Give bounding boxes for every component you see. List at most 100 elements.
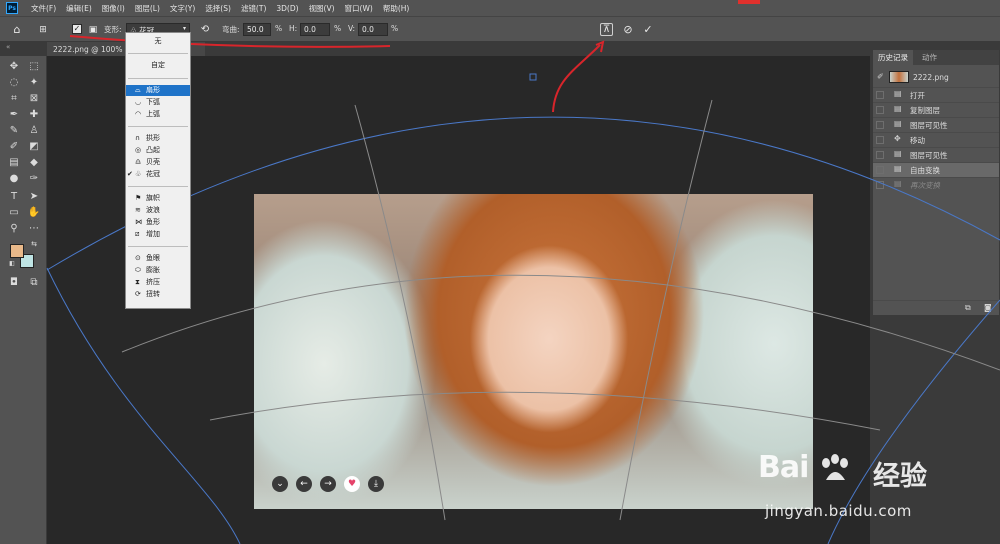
warp-option-shell[interactable]: ♎ 贝壳 xyxy=(126,157,190,168)
history-source-box[interactable] xyxy=(876,181,884,189)
menu-window[interactable]: 窗口(W) xyxy=(340,3,378,14)
commit-transform-icon[interactable]: ✓ xyxy=(641,23,655,37)
screen-mode-icon[interactable]: ⧉ xyxy=(26,276,42,290)
menu-type[interactable]: 文字(Y) xyxy=(165,3,200,14)
menu-layer[interactable]: 图层(L) xyxy=(130,3,165,14)
pen-tool-icon[interactable]: ✑ xyxy=(26,172,42,186)
history-state-active[interactable]: ▤ 自由变换 xyxy=(873,162,999,177)
v-distortion-input[interactable]: 0.0 xyxy=(358,23,388,36)
warp-option-flag[interactable]: ⚑ 旗帜 xyxy=(126,193,190,204)
home-icon[interactable]: ⌂ xyxy=(10,23,24,37)
history-state[interactable]: ▤ 图层可见性 xyxy=(873,117,999,132)
warp-option-arc[interactable]: ⌓ 扇形 xyxy=(126,85,190,96)
history-source-box[interactable] xyxy=(876,166,884,174)
warp-option-fish[interactable]: ⋈ 鱼形 xyxy=(126,217,190,228)
history-state[interactable]: ▤ 复制图层 xyxy=(873,102,999,117)
history-source-box[interactable] xyxy=(876,106,884,114)
warp-option-rise[interactable]: ⧄ 增加 xyxy=(126,229,190,240)
lasso-tool-icon[interactable]: ◌ xyxy=(6,76,22,90)
menu-help[interactable]: 帮助(H) xyxy=(378,3,415,14)
change-orientation-icon[interactable]: ⟲ xyxy=(198,23,212,37)
warp-option-arc-upper[interactable]: ◠ 上弧 xyxy=(126,109,190,120)
menu-select[interactable]: 选择(S) xyxy=(200,3,236,14)
rectangle-tool-icon[interactable]: ▭ xyxy=(6,206,22,220)
blur-tool-icon[interactable]: ◆ xyxy=(26,156,42,170)
menu-filter[interactable]: 滤镜(T) xyxy=(236,3,271,14)
path-selection-tool-icon[interactable]: ➤ xyxy=(26,190,42,204)
tab-history[interactable]: 历史记录 xyxy=(873,50,913,65)
collapse-toolbar-icon[interactable]: « xyxy=(6,43,10,51)
more-tools-icon[interactable]: ⋯ xyxy=(26,222,42,236)
warp-option-custom[interactable]: 自定 xyxy=(126,60,190,71)
h-distortion-input[interactable]: 0.0 xyxy=(300,23,330,36)
history-state[interactable]: ✥ 移动 xyxy=(873,132,999,147)
eraser-tool-icon[interactable]: ◩ xyxy=(26,140,42,154)
warp-option-twist[interactable]: ⟳ 扭转 xyxy=(126,289,190,300)
frame-tool-icon[interactable]: ⊠ xyxy=(26,92,42,106)
arc-upper-icon: ◠ xyxy=(135,110,142,118)
healing-brush-tool-icon[interactable]: ✚ xyxy=(26,108,42,122)
switch-warp-transform-icon[interactable]: ⊼ xyxy=(600,23,613,36)
warp-option-inflate[interactable]: ⬭ 膨胀 xyxy=(126,265,190,276)
history-source-box[interactable] xyxy=(876,121,884,129)
document-icon: ▤ xyxy=(894,164,902,173)
warp-option-label: 挤压 xyxy=(146,278,160,286)
squeeze-icon: ⧗ xyxy=(135,278,140,286)
cancel-transform-icon[interactable]: ⊘ xyxy=(621,23,635,37)
wave-icon: ≋ xyxy=(135,206,141,214)
warp-option-bulge[interactable]: ◎ 凸起 xyxy=(126,145,190,156)
panel-tab-bar: 历史记录 动作 xyxy=(873,50,999,65)
warp-option-squeeze[interactable]: ⧗ 挤压 xyxy=(126,277,190,288)
menu-edit[interactable]: 编辑(E) xyxy=(61,3,97,14)
eyedropper-tool-icon[interactable]: ✒ xyxy=(6,108,22,122)
warp-option-label: 贝壳 xyxy=(146,158,160,166)
new-document-from-state-icon[interactable]: ⧉ xyxy=(965,303,971,313)
dodge-tool-icon[interactable]: ● xyxy=(6,172,22,186)
type-tool-icon[interactable]: T xyxy=(6,190,22,204)
foreground-color-swatch[interactable] xyxy=(10,244,24,258)
reference-point-checkbox[interactable]: ✓ xyxy=(72,24,82,34)
warp-option-flower[interactable]: ✔ ♧ 花冠 xyxy=(126,169,190,180)
hand-tool-icon[interactable]: ✋ xyxy=(26,206,42,220)
brush-tool-icon[interactable]: ✎ xyxy=(6,124,22,138)
move-tool-icon[interactable]: ✥ xyxy=(6,60,22,74)
history-source-box[interactable] xyxy=(876,136,884,144)
magic-wand-tool-icon[interactable]: ✦ xyxy=(26,76,42,90)
reference-point-icon[interactable]: ⊞ xyxy=(36,23,50,37)
v-unit: % xyxy=(391,24,399,33)
quick-mask-icon[interactable]: ◘ xyxy=(6,276,22,290)
menu-image[interactable]: 图像(I) xyxy=(97,3,130,14)
tab-actions[interactable]: 动作 xyxy=(917,50,942,65)
document-icon: ▤ xyxy=(894,119,902,128)
camera-icon[interactable]: ◙ xyxy=(984,303,992,312)
warp-option-none[interactable]: 无 xyxy=(126,36,190,47)
grid-icon[interactable]: ▣ xyxy=(86,23,100,37)
menu-divider xyxy=(128,126,188,127)
photoshop-logo: Ps xyxy=(6,2,18,14)
bend-input[interactable]: 50.0 xyxy=(243,23,271,36)
gradient-tool-icon[interactable]: ▤ xyxy=(6,156,22,170)
marquee-tool-icon[interactable]: ⬚ xyxy=(26,60,42,74)
history-source-box[interactable] xyxy=(876,151,884,159)
crop-tool-icon[interactable]: ⌗ xyxy=(6,92,22,106)
clone-stamp-tool-icon[interactable]: ♙ xyxy=(26,124,42,138)
history-state-undone[interactable]: ▤ 再次变换 xyxy=(873,177,999,192)
menu-3d[interactable]: 3D(D) xyxy=(271,4,303,13)
swap-colors-icon[interactable]: ⇆ xyxy=(26,237,42,251)
history-state[interactable]: ▤ 图层可见性 xyxy=(873,147,999,162)
warp-option-arch[interactable]: ∩ 拱形 xyxy=(126,133,190,144)
warp-option-arc-lower[interactable]: ◡ 下弧 xyxy=(126,97,190,108)
menu-bar: Ps 文件(F) 编辑(E) 图像(I) 图层(L) 文字(Y) 选择(S) 滤… xyxy=(0,0,1000,16)
zoom-tool-icon[interactable]: ⚲ xyxy=(6,222,22,236)
menu-file[interactable]: 文件(F) xyxy=(26,3,61,14)
history-state[interactable]: ▤ 打开 xyxy=(873,87,999,102)
default-colors-icon[interactable]: ◧ xyxy=(4,257,20,271)
history-source-box[interactable] xyxy=(876,91,884,99)
history-brush-source-icon[interactable]: ✐ xyxy=(877,72,884,81)
warp-option-fisheye[interactable]: ⊙ 鱼眼 xyxy=(126,253,190,264)
menu-view[interactable]: 视图(V) xyxy=(304,3,340,14)
history-brush-tool-icon[interactable]: ✐ xyxy=(6,140,22,154)
warp-option-wave[interactable]: ≋ 波浪 xyxy=(126,205,190,216)
history-snapshot[interactable]: ✐ 2222.png xyxy=(873,69,999,85)
photo-layer[interactable]: ⌄ ← → ♥ ⤓ xyxy=(254,194,813,509)
